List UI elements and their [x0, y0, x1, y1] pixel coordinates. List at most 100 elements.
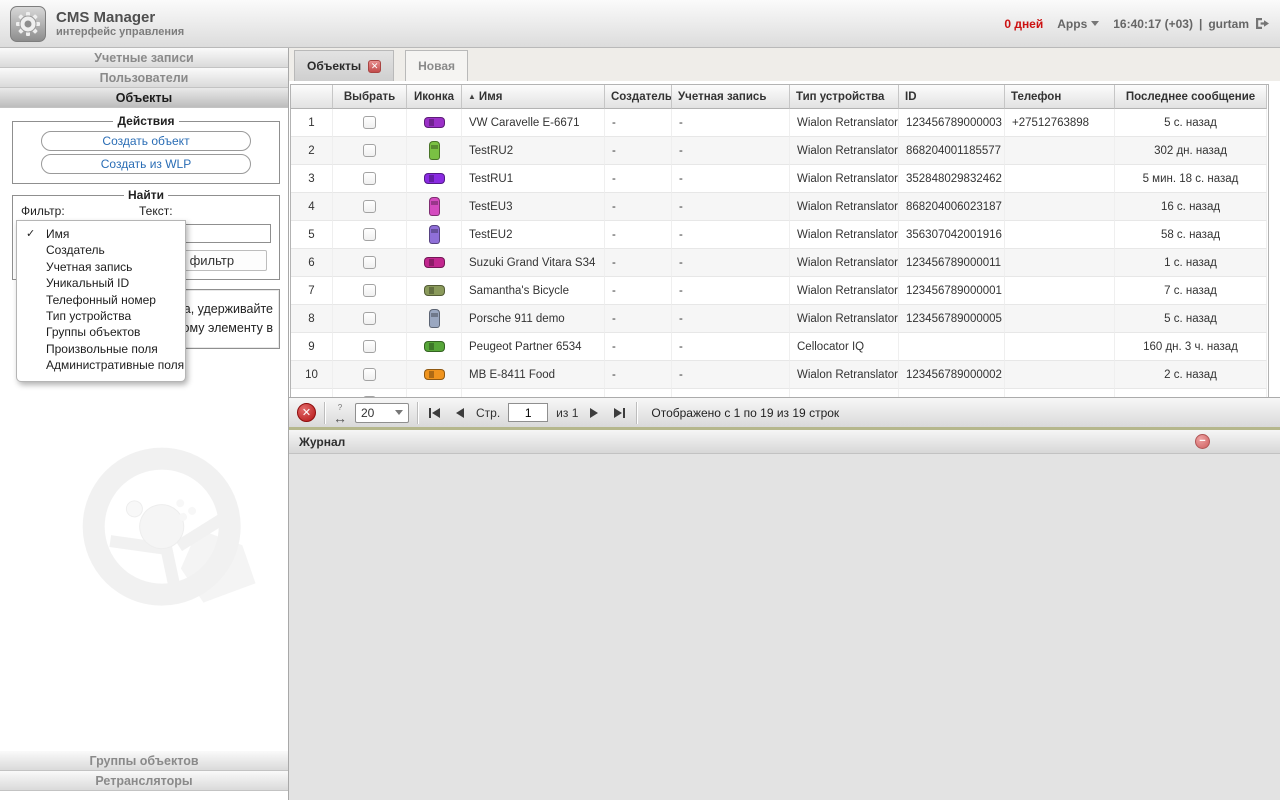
column-header-icon[interactable]: Иконка: [407, 85, 462, 109]
first-page-button[interactable]: [426, 407, 444, 419]
sidebar-item-учетные-записи[interactable]: Учетные записи: [0, 48, 288, 68]
column-header-id[interactable]: ID: [899, 85, 1005, 109]
row-checkbox[interactable]: [363, 144, 376, 157]
create-from-wlp-button[interactable]: Создать из WLP: [41, 154, 251, 174]
text-label: Текст:: [139, 204, 173, 218]
row-checkbox[interactable]: [363, 340, 376, 353]
column-header-last_msg[interactable]: Последнее сообщение: [1115, 85, 1267, 109]
next-page-button[interactable]: [586, 407, 602, 419]
column-header-name[interactable]: ▲Имя: [462, 85, 605, 109]
cell-icon: [407, 109, 462, 137]
sidebar-item-пользователи[interactable]: Пользователи: [0, 68, 288, 88]
filter-option[interactable]: Тип устройства: [17, 308, 185, 324]
cell-name[interactable]: MB E-8411 Food: [462, 361, 605, 389]
sidebar-item-ретрансляторы[interactable]: Ретрансляторы: [0, 771, 288, 791]
vehicle-icon-window: [429, 175, 434, 182]
fit-columns-icon[interactable]: ? ↔: [333, 403, 347, 423]
cell-name[interactable]: TestEU2: [462, 221, 605, 249]
steering-wheel-watermark: [78, 440, 263, 625]
collapse-journal-icon[interactable]: −: [1195, 434, 1210, 449]
cell-icon: [407, 333, 462, 361]
filter-option[interactable]: Телефонный номер: [17, 292, 185, 308]
vehicle-icon: [424, 369, 445, 380]
filter-label: Фильтр:: [21, 204, 139, 218]
filter-option[interactable]: Административные поля: [17, 357, 185, 373]
column-header-phone[interactable]: Телефон: [1005, 85, 1115, 109]
column-header-account[interactable]: Учетная запись: [672, 85, 790, 109]
column-header-device[interactable]: Тип устройства: [790, 85, 899, 109]
cell-icon: [407, 361, 462, 389]
sidebar-item-группы-объектов[interactable]: Группы объектов: [0, 751, 288, 771]
row-checkbox[interactable]: [363, 172, 376, 185]
column-header-check[interactable]: Выбрать: [333, 85, 407, 109]
filter-option[interactable]: Группы объектов: [17, 324, 185, 340]
cell-phone: +27512763898: [1005, 109, 1115, 137]
cell-name[interactable]: Suzuki Grand Vitara S34: [462, 249, 605, 277]
create-object-button[interactable]: Создать объект: [41, 131, 251, 151]
logout-icon[interactable]: [1255, 17, 1270, 30]
days-left-badge[interactable]: 0 дней: [1004, 17, 1043, 31]
username[interactable]: gurtam: [1208, 17, 1249, 31]
tab-objects[interactable]: Объекты ✕: [294, 50, 394, 81]
cell-creator: -: [605, 277, 672, 305]
last-page-button[interactable]: [610, 407, 628, 419]
page-title: CMS Manager: [56, 9, 184, 26]
cell-num: 3: [291, 165, 333, 193]
cell-last_msg: 5 с. назад: [1115, 109, 1267, 137]
toolbar-divider: [636, 402, 637, 424]
row-checkbox[interactable]: [363, 312, 376, 325]
filter-option[interactable]: ✓Имя: [17, 226, 185, 242]
row-checkbox[interactable]: [363, 200, 376, 213]
filter-option[interactable]: Учетная запись: [17, 259, 185, 275]
column-header-num[interactable]: [291, 85, 333, 109]
cell-name[interactable]: TestEU3: [462, 193, 605, 221]
cell-device: Wialon Retranslator: [790, 305, 899, 333]
filter-option[interactable]: Произвольные поля: [17, 341, 185, 357]
cell-account: -: [672, 109, 790, 137]
row-checkbox[interactable]: [363, 256, 376, 269]
cell-name[interactable]: TestRU2: [462, 137, 605, 165]
cell-name[interactable]: Samantha's Bicycle: [462, 277, 605, 305]
prev-page-button[interactable]: [452, 407, 468, 419]
row-checkbox[interactable]: [363, 116, 376, 129]
close-tab-icon[interactable]: ✕: [368, 60, 381, 73]
vehicle-icon: [429, 141, 440, 160]
cell-id: 123456789000011: [899, 249, 1005, 277]
vehicle-icon-window: [429, 259, 434, 266]
page-number-input[interactable]: [508, 403, 548, 422]
cell-last_msg: 58 с. назад: [1115, 221, 1267, 249]
app-logo: [10, 6, 46, 42]
sidebar-item-объекты[interactable]: Объекты: [0, 88, 288, 108]
row-checkbox[interactable]: [363, 284, 376, 297]
cell-creator: -: [605, 193, 672, 221]
column-header-creator[interactable]: Создатель: [605, 85, 672, 109]
rows-per-page-value: 20: [361, 406, 374, 420]
cell-num: 10: [291, 361, 333, 389]
clear-selection-button[interactable]: ✕: [297, 403, 316, 422]
gear-icon: [15, 11, 41, 37]
cell-check: [333, 165, 407, 193]
vehicle-icon: [424, 173, 445, 184]
cell-last_msg: 7 с. назад: [1115, 277, 1267, 305]
row-checkbox[interactable]: [363, 228, 376, 241]
filter-option[interactable]: Уникальный ID: [17, 275, 185, 291]
filter-option[interactable]: Создатель: [17, 242, 185, 258]
vehicle-icon-window: [429, 119, 434, 126]
row-checkbox[interactable]: [363, 368, 376, 381]
cell-name[interactable]: VW Caravelle E-6671: [462, 109, 605, 137]
cell-name[interactable]: Porsche 911 demo: [462, 305, 605, 333]
cell-device: Wialon Retranslator: [790, 361, 899, 389]
cell-last_msg: 302 дн. назад: [1115, 137, 1267, 165]
apps-menu-label: Apps: [1057, 17, 1087, 31]
vehicle-icon: [424, 285, 445, 296]
cell-name[interactable]: Peugeot Partner 6534: [462, 333, 605, 361]
toolbar-divider: [324, 402, 325, 424]
tab-new[interactable]: Новая: [405, 50, 468, 81]
apps-menu[interactable]: Apps: [1057, 17, 1099, 31]
cell-name[interactable]: TestRU1: [462, 165, 605, 193]
cell-check: [333, 249, 407, 277]
chevron-down-icon: [1091, 21, 1099, 26]
cell-account: -: [672, 249, 790, 277]
cell-last_msg: 2 с. назад: [1115, 361, 1267, 389]
rows-per-page-select[interactable]: 20: [355, 403, 409, 423]
